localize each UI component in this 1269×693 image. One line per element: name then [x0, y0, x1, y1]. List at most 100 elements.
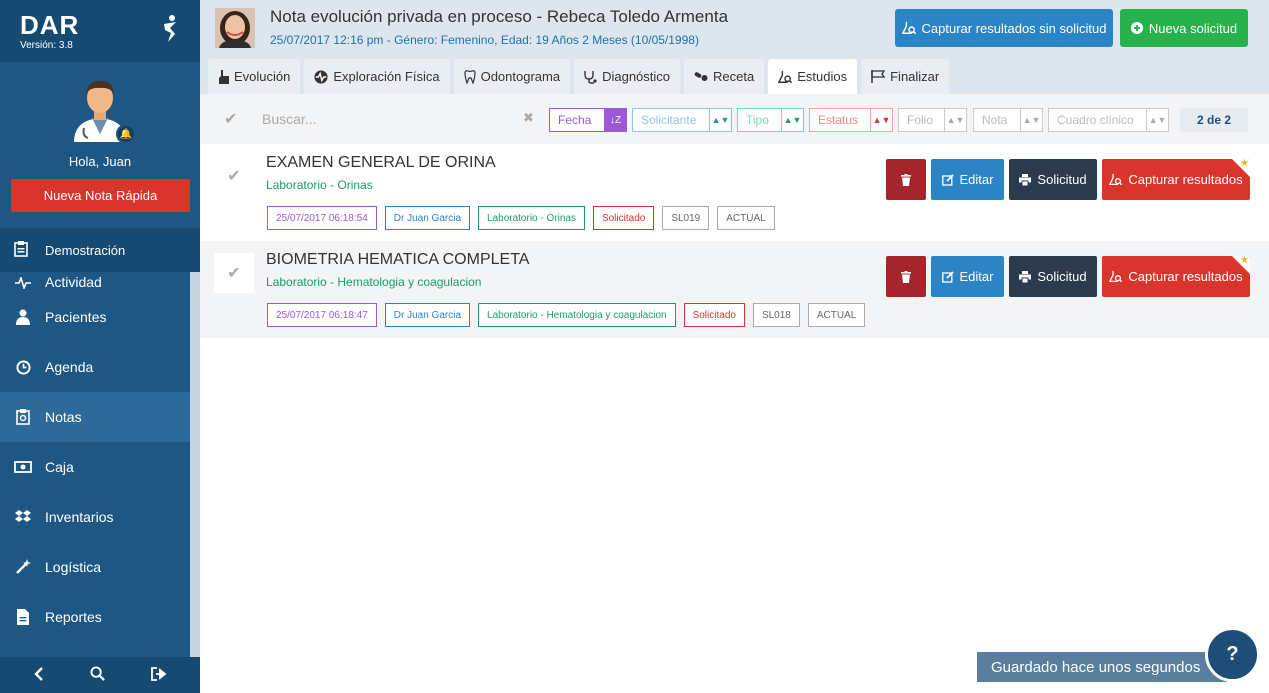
edit-icon [941, 270, 954, 283]
row-actions: Editar Solicitud Capturar resultados ★ [886, 159, 1250, 200]
sort-alpha-icon[interactable]: ↓Z [604, 109, 626, 131]
tab-label: Exploración Física [333, 69, 440, 84]
edit-button[interactable]: Editar [931, 159, 1004, 200]
edit-label: Editar [959, 269, 994, 284]
capture-label: Capturar resultados [1128, 172, 1243, 187]
delete-button[interactable] [886, 159, 926, 200]
avatar[interactable]: 🔔 [70, 78, 136, 144]
sidebar-item-label: Reportes [45, 609, 102, 625]
request-label: Solicitud [1037, 269, 1087, 284]
tab-label: Diagnóstico [602, 69, 671, 84]
sidebar-scrollbar[interactable] [190, 272, 200, 657]
page-title: Nota evolución privada en proceso - Rebe… [270, 7, 729, 26]
capture-without-request-label: Capturar resultados sin solicitud [921, 20, 1107, 36]
tab-evolucion[interactable]: Evolución [208, 59, 301, 94]
tab-finalizar[interactable]: Finalizar [861, 59, 950, 94]
study-row[interactable]: ✔ EXAMEN GENERAL DE ORINA Laboratorio - … [200, 144, 1269, 241]
filter-solicitante-label: Solicitante [641, 113, 697, 127]
tab-label: Evolución [234, 69, 291, 84]
sidebar-item-label: Logística [45, 559, 102, 575]
tooth-icon [463, 69, 476, 84]
sort-icon: ▲▼ [709, 109, 731, 131]
study-title: EXAMEN GENERAL DE ORINA [266, 154, 496, 171]
request-label: Solicitud [1037, 172, 1087, 187]
sort-icon: ▲▼ [781, 109, 803, 131]
brand-figure-icon [164, 15, 176, 42]
sidebar-item-label: Pacientes [45, 309, 107, 325]
search-icon[interactable] [90, 666, 106, 684]
tab-receta[interactable]: Receta [684, 59, 765, 94]
tab-exploracion[interactable]: Exploración Física [304, 59, 450, 94]
capture-results-button[interactable]: Capturar resultados ★ [1102, 159, 1250, 200]
brand: DAR Versión: 3.8 [0, 0, 200, 62]
app-logo: DAR [20, 10, 80, 40]
filter-cuadro[interactable]: Cuadro clínico ▲▼ [1048, 108, 1169, 132]
study-row[interactable]: ✔ BIOMETRIA HEMATICA COMPLETA Laboratori… [200, 241, 1269, 338]
page-header: Nota evolución privada en proceso - Rebe… [200, 0, 1269, 94]
tag-folio: SL018 [752, 303, 800, 327]
sidebar-footer [0, 657, 200, 693]
patient-info: 25/07/2017 12:16 pm - Género: Femenino, … [270, 33, 699, 47]
clear-search-icon[interactable]: ✖ [523, 110, 534, 126]
tag-note: ACTUAL [807, 303, 866, 327]
row-check-icon[interactable]: ✔ [214, 156, 254, 196]
tab-bar: Evolución Exploración Física Odontograma… [208, 59, 950, 94]
delete-button[interactable] [886, 256, 926, 297]
filter-tipo-label: Tipo [746, 113, 769, 127]
row-check-icon[interactable]: ✔ [214, 253, 254, 293]
sidebar-item-label: Notas [45, 409, 82, 425]
filter-estatus[interactable]: Estatus ▲▼ [809, 108, 893, 132]
tab-odontograma[interactable]: Odontograma [453, 59, 571, 94]
sidebar-item-pacientes[interactable]: Pacientes [0, 292, 190, 342]
sidebar-item-reportes[interactable]: Reportes [0, 592, 190, 642]
print-icon [1019, 270, 1032, 283]
collapse-icon[interactable] [33, 666, 45, 684]
filter-bar: ✔ ✖ Fecha ↓Z Solicitante ▲▼ Tipo ▲▼ Esta… [200, 94, 1269, 144]
result-count: 2 de 2 [1180, 108, 1248, 132]
sidebar-item-agenda[interactable]: Agenda [0, 342, 190, 392]
money-icon [14, 458, 32, 476]
sort-icon: ▲▼ [944, 109, 966, 131]
request-print-button[interactable]: Solicitud [1009, 159, 1097, 200]
sidebar-item-caja[interactable]: Caja [0, 442, 190, 492]
new-request-button[interactable]: Nueva solicitud [1120, 9, 1248, 47]
filter-tipo[interactable]: Tipo ▲▼ [737, 108, 804, 132]
sidebar-item-inventarios[interactable]: Inventarios [0, 492, 190, 542]
request-print-button[interactable]: Solicitud [1009, 256, 1097, 297]
sidebar-item-notas[interactable]: Notas [0, 392, 190, 442]
sidebar-item-logistica[interactable]: Logística [0, 542, 190, 592]
quick-note-button[interactable]: Nueva Nota Rápida [11, 179, 190, 212]
tag-doctor: Dr Juan Garcia [384, 206, 471, 230]
filter-solicitante[interactable]: Solicitante ▲▼ [632, 108, 732, 132]
sidebar: DAR Versión: 3.8 🔔 Hola, Juan Nueva Nota… [0, 0, 200, 693]
sidebar-item-label: Caja [45, 459, 74, 475]
sidebar-item-actividad[interactable]: Actividad [0, 272, 190, 292]
tab-diagnostico[interactable]: Diagnóstico [574, 59, 681, 94]
hand-icon [219, 69, 229, 84]
capture-without-request-button[interactable]: Capturar resultados sin solicitud [895, 9, 1113, 47]
trash-icon [901, 270, 911, 283]
sort-icon: ▲▼ [870, 109, 892, 131]
tag-folio: SL019 [662, 206, 710, 230]
edit-button[interactable]: Editar [931, 256, 1004, 297]
help-button[interactable]: ? [1205, 627, 1260, 682]
filter-folio-label: Folio [907, 113, 934, 127]
search-input[interactable] [262, 108, 542, 130]
tab-estudios[interactable]: Estudios [768, 59, 858, 94]
select-all-check-icon[interactable]: ✔ [224, 109, 237, 129]
logout-icon[interactable] [151, 666, 167, 684]
capture-label: Capturar resultados [1128, 269, 1243, 284]
sidebar-item-demo[interactable]: Demostración [0, 228, 200, 272]
filter-fecha[interactable]: Fecha ↓Z [549, 108, 627, 132]
new-request-label: Nueva solicitud [1148, 20, 1238, 36]
clipboard-icon [14, 408, 32, 426]
filter-nota[interactable]: Nota ▲▼ [973, 108, 1043, 132]
capture-results-button[interactable]: Capturar resultados ★ [1102, 256, 1250, 297]
app-version: Versión: 3.8 [20, 40, 73, 51]
filter-folio[interactable]: Folio ▲▼ [898, 108, 967, 132]
sort-icon: ▲▼ [1020, 109, 1042, 131]
bell-icon[interactable]: 🔔 [116, 124, 136, 144]
flask-search-icon [1109, 173, 1123, 186]
stethoscope-icon [584, 70, 597, 84]
saved-status: Guardado hace unos segundos [977, 652, 1227, 682]
